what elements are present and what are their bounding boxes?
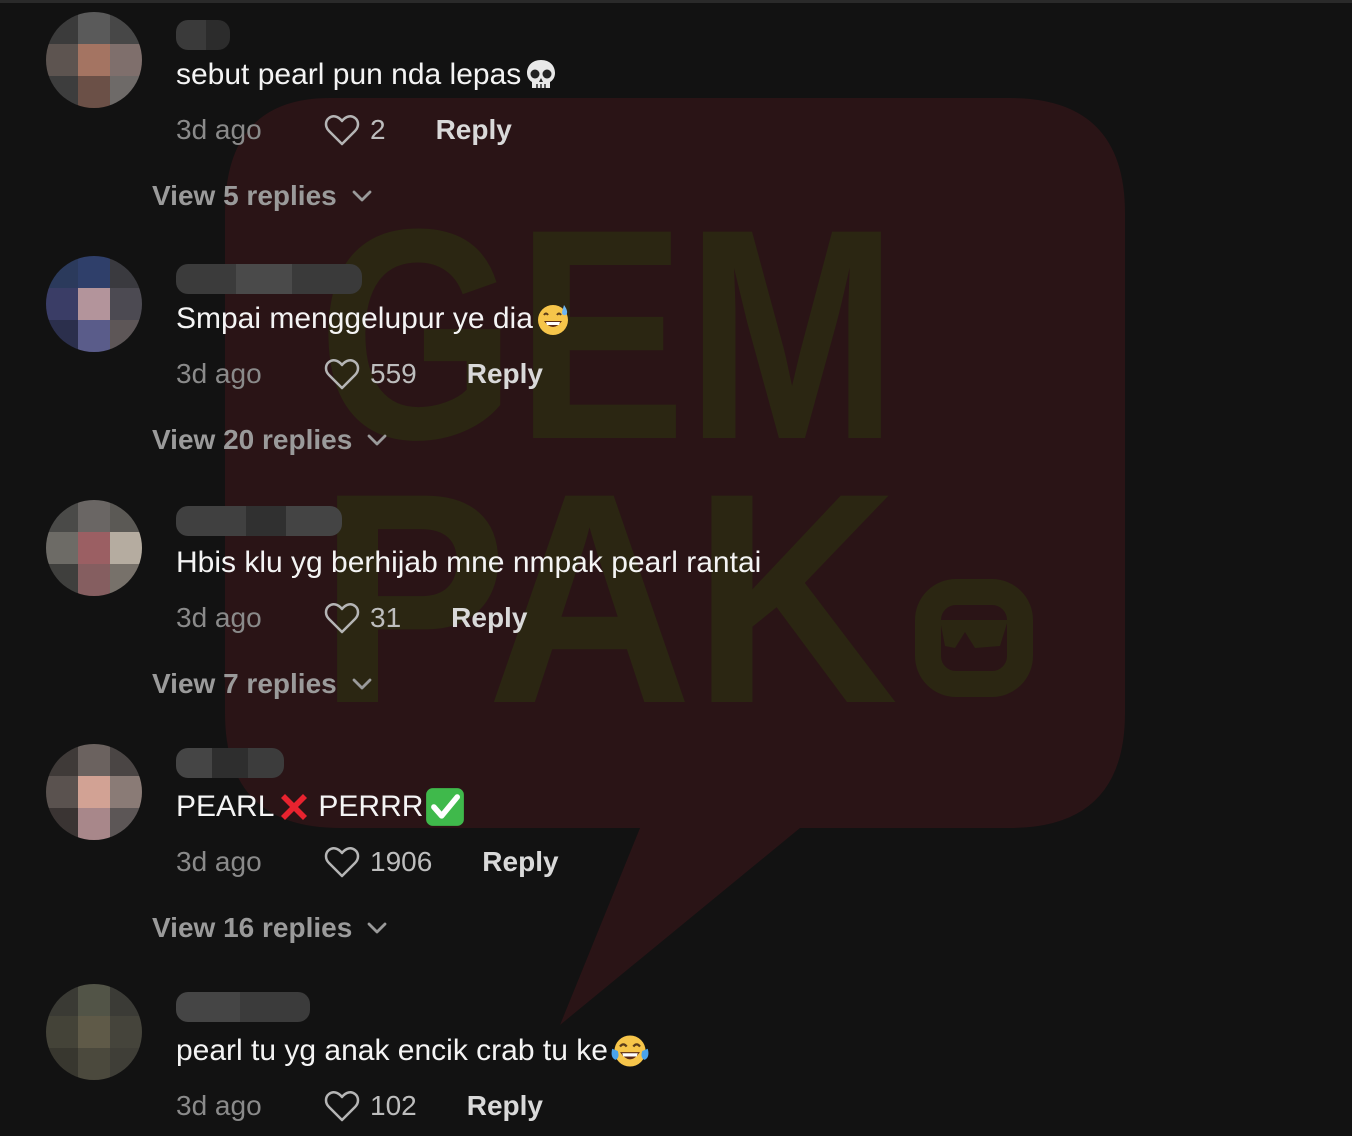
avatar[interactable] bbox=[46, 984, 142, 1080]
chevron-down-icon bbox=[352, 678, 372, 690]
username-redacted[interactable] bbox=[176, 264, 362, 294]
comment-text: pearl tu yg anak encik crab tu ke bbox=[176, 1031, 650, 1071]
comment-meta: 3d ago 102 Reply bbox=[176, 1086, 543, 1126]
grinning-sweat-icon bbox=[537, 305, 568, 335]
avatar[interactable] bbox=[46, 500, 142, 596]
comment-time: 3d ago bbox=[176, 1090, 262, 1121]
like-count: 102 bbox=[370, 1090, 417, 1121]
comment-text: PEARL PERRR bbox=[176, 787, 465, 827]
tears-of-joy-icon bbox=[611, 1035, 649, 1067]
view-replies-button[interactable]: View 16 replies bbox=[152, 912, 388, 944]
like-button[interactable]: 102 bbox=[324, 1089, 467, 1123]
like-count: 31 bbox=[370, 602, 402, 633]
chevron-down-icon bbox=[352, 190, 372, 202]
comment-time: 3d ago bbox=[176, 114, 262, 145]
top-divider bbox=[0, 0, 1352, 3]
view-replies-button[interactable]: View 5 replies bbox=[152, 180, 373, 212]
check-mark-icon bbox=[426, 788, 465, 826]
chevron-down-icon bbox=[367, 434, 387, 446]
reply-button[interactable]: Reply bbox=[451, 602, 527, 634]
comment-time: 3d ago bbox=[176, 358, 262, 389]
heart-outline-icon bbox=[324, 115, 360, 146]
avatar[interactable] bbox=[46, 256, 142, 352]
view-replies-label: View 5 replies bbox=[152, 180, 337, 211]
comment-meta: 3d ago 31 Reply bbox=[176, 598, 527, 638]
view-replies-button[interactable]: View 20 replies bbox=[152, 424, 388, 456]
comment-meta: 3d ago 1906 Reply bbox=[176, 842, 559, 882]
like-button[interactable]: 1906 bbox=[324, 845, 482, 879]
watermark-face-icon bbox=[915, 579, 1033, 697]
heart-outline-icon bbox=[324, 1091, 360, 1122]
username-redacted[interactable] bbox=[176, 992, 310, 1022]
like-button[interactable]: 559 bbox=[324, 357, 467, 391]
like-count: 559 bbox=[370, 358, 417, 389]
reply-button[interactable]: Reply bbox=[467, 358, 543, 390]
view-replies-button[interactable]: View 7 replies bbox=[152, 668, 373, 700]
comment-text: sebut pearl pun nda lepas bbox=[176, 55, 559, 95]
like-count: 1906 bbox=[370, 846, 433, 877]
like-button[interactable]: 2 bbox=[324, 113, 436, 147]
comment-text: Smpai menggelupur ye dia bbox=[176, 299, 571, 339]
heart-outline-icon bbox=[324, 359, 360, 390]
reply-button[interactable]: Reply bbox=[467, 1090, 543, 1122]
avatar[interactable] bbox=[46, 744, 142, 840]
avatar[interactable] bbox=[46, 12, 142, 108]
cross-mark-icon bbox=[281, 794, 308, 820]
like-button[interactable]: 31 bbox=[324, 601, 451, 635]
heart-outline-icon bbox=[324, 847, 360, 878]
heart-outline-icon bbox=[324, 603, 360, 634]
username-redacted[interactable] bbox=[176, 20, 230, 50]
view-replies-label: View 7 replies bbox=[152, 668, 337, 699]
comment-meta: 3d ago 559 Reply bbox=[176, 354, 543, 394]
like-count: 2 bbox=[370, 114, 386, 145]
comment-meta: 3d ago 2 Reply bbox=[176, 110, 512, 150]
view-replies-label: View 20 replies bbox=[152, 424, 353, 455]
username-redacted[interactable] bbox=[176, 506, 342, 536]
reply-button[interactable]: Reply bbox=[436, 114, 512, 146]
comment-time: 3d ago bbox=[176, 602, 262, 633]
reply-button[interactable]: Reply bbox=[482, 846, 558, 878]
skull-icon bbox=[527, 60, 556, 88]
chevron-down-icon bbox=[367, 922, 387, 934]
username-redacted[interactable] bbox=[176, 748, 284, 778]
comment-text: Hbis klu yg berhijab mne nmpak pearl ran… bbox=[176, 546, 762, 579]
view-replies-label: View 16 replies bbox=[152, 912, 353, 943]
comment-time: 3d ago bbox=[176, 846, 262, 877]
